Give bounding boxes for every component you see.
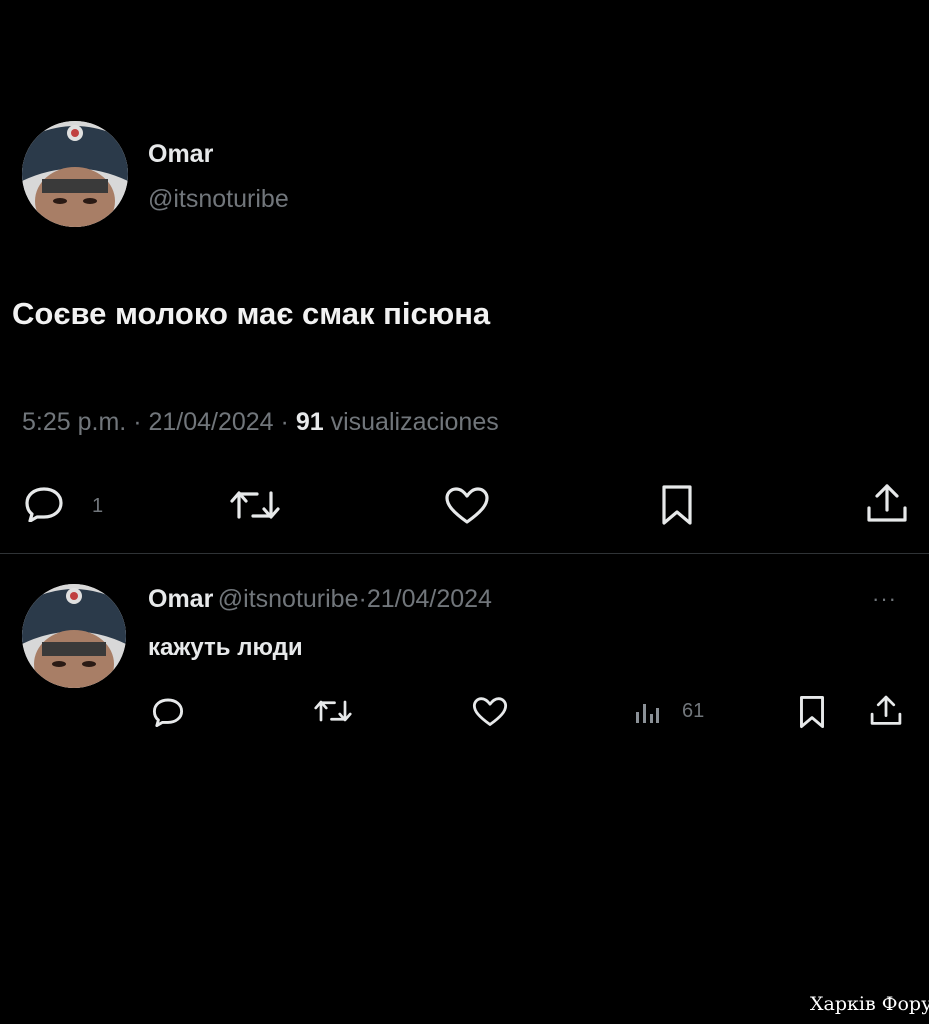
divider <box>0 553 929 554</box>
views-label[interactable]: visualizaciones <box>331 408 499 436</box>
bar-chart-icon <box>636 704 659 723</box>
reply-views-button[interactable] <box>634 698 660 724</box>
reply-reply-button[interactable] <box>152 697 184 727</box>
reply-text: кажуть люди <box>148 634 303 661</box>
share-button[interactable] <box>865 482 909 526</box>
reply-retweet-button[interactable] <box>312 698 354 724</box>
heart-icon <box>445 487 489 524</box>
tweet-text: Соєве молоко має смак пісюна <box>12 296 491 331</box>
like-button[interactable] <box>444 487 490 525</box>
views-count: 91 <box>295 408 324 436</box>
reply-date[interactable]: 21/04/2024 <box>367 585 492 613</box>
share-upload-icon <box>870 695 902 725</box>
reply-like-button[interactable] <box>472 697 508 727</box>
tweet-time[interactable]: 5:25 p.m. <box>22 408 126 436</box>
speech-bubble-icon <box>25 487 63 522</box>
reply-avatar[interactable] <box>22 584 126 688</box>
heart-icon <box>472 697 508 726</box>
reply-count: 1 <box>92 495 104 517</box>
avatar-photo <box>22 121 128 227</box>
bookmark-icon <box>662 485 692 525</box>
retweet-arrows-icon <box>230 491 280 519</box>
reply-share-button[interactable] <box>869 694 903 728</box>
reply-button[interactable] <box>24 486 64 522</box>
meta-separator: · <box>133 408 142 436</box>
tweet-meta: 5:25 p.m. · 21/04/2024 · 91 visualizacio… <box>22 408 499 437</box>
tweet-date[interactable]: 21/04/2024 <box>148 408 273 436</box>
avatar-photo <box>22 584 126 688</box>
bookmark-icon <box>800 695 824 729</box>
reply-views-count: 61 <box>682 700 705 722</box>
meta-separator: · <box>358 585 367 613</box>
reply-author-handle[interactable]: @itsnoturibe <box>218 585 359 613</box>
reply-author-name[interactable]: Omar <box>148 585 213 613</box>
reply-bookmark-button[interactable] <box>798 695 826 729</box>
author-name[interactable]: Omar <box>148 140 213 169</box>
bookmark-button[interactable] <box>660 484 694 526</box>
more-options-icon[interactable]: ··· <box>872 586 897 612</box>
watermark: Харків Форум <box>810 993 929 1015</box>
reply-header: Omar @itsnoturibe·21/04/2024 <box>148 585 492 614</box>
avatar[interactable] <box>22 121 128 227</box>
meta-separator: · <box>280 408 289 436</box>
retweet-arrows-icon <box>314 700 352 722</box>
share-upload-icon <box>867 484 907 522</box>
author-handle[interactable]: @itsnoturibe <box>148 185 289 214</box>
retweet-button[interactable] <box>227 488 283 522</box>
speech-bubble-icon <box>152 698 184 727</box>
